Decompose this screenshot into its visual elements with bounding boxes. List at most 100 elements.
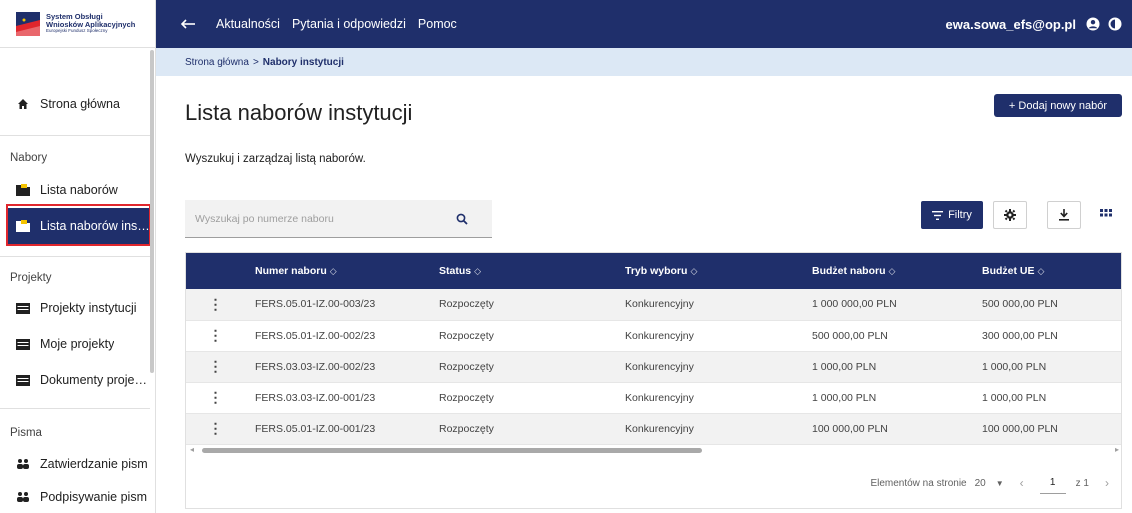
gear-icon: [1004, 209, 1016, 221]
sidebar-item-moje-projekty[interactable]: Moje projekty: [0, 326, 150, 362]
sidebar-item-dokumenty-projektow[interactable]: Dokumenty projekt...: [0, 362, 150, 398]
table-row[interactable]: ⋮ FERS.03.03-IZ.00-001/23 Rozpoczęty Kon…: [186, 382, 1121, 414]
table-row[interactable]: ⋮ FERS.05.01-IZ.00-003/23 Rozpoczęty Kon…: [186, 289, 1121, 321]
download-icon: [1059, 209, 1069, 221]
paginator: Elementów na stronie 20 ▼ ‹ 1 z 1 ›: [870, 472, 1109, 494]
sidebar-item-label: Lista naborów insty...: [40, 219, 151, 233]
filters-label: Filtry: [948, 209, 972, 221]
cell-budzet-ue: 1 000,00 PLN: [972, 351, 1121, 383]
cell-tryb: Konkurencyjny: [615, 382, 802, 414]
breadcrumb-home[interactable]: Strona główna: [185, 57, 249, 68]
nabory-table: Numer naboru ◇ Status ◇ Tryb wyboru ◇ Budże…: [185, 252, 1122, 509]
user-email[interactable]: ewa.sowa_efs@op.pl: [946, 17, 1076, 32]
sort-icon[interactable]: ◇: [474, 266, 481, 276]
sidebar: System Obsługi Wniosków Aplikacyjnych Eu…: [0, 0, 156, 513]
search-input[interactable]: Wyszukaj po numerze naboru: [185, 200, 492, 238]
sidebar-divider: [0, 135, 150, 136]
sidebar-scrollbar[interactable]: [150, 50, 154, 373]
people-icon: [16, 490, 30, 504]
back-arrow-icon[interactable]: [180, 19, 200, 29]
download-button[interactable]: [1047, 201, 1081, 229]
row-menu-icon[interactable]: ⋮: [186, 320, 245, 352]
search-placeholder: Wyszukaj po numerze naboru: [195, 212, 334, 225]
sidebar-item-projekty-instytucji[interactable]: Projekty instytucji: [0, 290, 150, 326]
sidebar-item-lista-naborow-instytucji[interactable]: Lista naborów insty...: [6, 208, 151, 244]
cell-status: Rozpoczęty: [429, 320, 615, 352]
folder-icon: [16, 183, 30, 197]
page-size-label: Elementów na stronie: [870, 477, 967, 489]
chevron-down-icon: ▼: [995, 478, 1004, 488]
home-icon: [16, 97, 30, 111]
top-bar: Aktualności Pytania i odpowiedzi Pomoc e…: [156, 0, 1132, 48]
table-icon: [16, 337, 30, 351]
column-header-actions: [186, 253, 245, 289]
cell-tryb: Konkurencyjny: [615, 320, 802, 352]
column-header-budzet-naboru[interactable]: Budżet naboru ◇: [802, 253, 972, 289]
grid-view-icon[interactable]: [1100, 208, 1114, 222]
cell-tryb: Konkurencyjny: [615, 351, 802, 383]
sidebar-item-zatwierdzanie-pism[interactable]: Zatwierdzanie pism: [0, 446, 150, 482]
nav-link-pytania[interactable]: Pytania i odpowiedzi: [292, 17, 406, 31]
column-header-budzet-ue[interactable]: Budżet UE ◇: [972, 253, 1121, 289]
contrast-icon[interactable]: [1108, 17, 1122, 36]
settings-button[interactable]: [993, 201, 1027, 229]
folder-icon: [16, 219, 30, 233]
cell-numer: FERS.05.01-IZ.00-001/23: [245, 413, 429, 445]
page-size-select[interactable]: 20 ▼: [975, 478, 1004, 489]
scroll-right-arrow-icon[interactable]: ▸: [1115, 445, 1119, 454]
cell-numer: FERS.05.01-IZ.00-003/23: [245, 289, 429, 321]
sidebar-item-label: Zatwierdzanie pism: [40, 457, 148, 471]
cell-budzet-naboru: 1 000,00 PLN: [802, 382, 972, 414]
prev-page-icon[interactable]: ‹: [1020, 476, 1024, 490]
table-icon: [16, 301, 30, 315]
page-size-value: 20: [974, 477, 986, 489]
sidebar-item-label: Strona główna: [40, 97, 120, 111]
sidebar-item-label: Podpisywanie pism: [40, 490, 147, 504]
app-logo[interactable]: System Obsługi Wniosków Aplikacyjnych Eu…: [0, 0, 156, 48]
filters-button[interactable]: Filtry: [921, 201, 983, 229]
sort-icon[interactable]: ◇: [330, 266, 337, 276]
page-number-input[interactable]: 1: [1039, 472, 1066, 494]
search-icon[interactable]: [456, 213, 468, 228]
sort-icon[interactable]: ◇: [1038, 266, 1045, 276]
logo-text: System Obsługi Wniosków Aplikacyjnych Eu…: [46, 13, 135, 34]
column-header-numer[interactable]: Numer naboru ◇: [245, 253, 429, 289]
filter-icon: [932, 210, 944, 220]
sort-icon[interactable]: ◇: [690, 266, 697, 276]
column-header-tryb[interactable]: Tryb wyboru ◇: [615, 253, 802, 289]
people-icon: [16, 457, 30, 471]
table-row[interactable]: ⋮ FERS.05.01-IZ.00-001/23 Rozpoczęty Kon…: [186, 413, 1121, 445]
row-menu-icon[interactable]: ⋮: [186, 413, 245, 445]
cell-status: Rozpoczęty: [429, 351, 615, 383]
cell-budzet-naboru: 1 000,00 PLN: [802, 351, 972, 383]
nav-link-pomoc[interactable]: Pomoc: [418, 17, 457, 31]
breadcrumb-current: Nabory instytucji: [262, 56, 344, 68]
sidebar-item-label: Moje projekty: [40, 337, 115, 351]
scroll-left-arrow-icon[interactable]: ◂: [190, 445, 194, 454]
table-header-row: Numer naboru ◇ Status ◇ Tryb wyboru ◇ Budże…: [186, 253, 1121, 289]
horizontal-scrollbar[interactable]: ◂ ▸: [190, 445, 1119, 454]
sidebar-item-label: Lista naborów: [40, 183, 118, 197]
user-account-icon[interactable]: [1086, 17, 1100, 36]
cell-budzet-ue: 1 000,00 PLN: [972, 382, 1121, 414]
breadcrumb: Strona główna > Nabory instytucji: [156, 48, 1132, 76]
add-nabor-button[interactable]: + Dodaj nowy nabór: [994, 94, 1122, 117]
cell-budzet-naboru: 100 000,00 PLN: [802, 413, 972, 445]
sidebar-item-home[interactable]: Strona główna: [0, 86, 150, 122]
column-header-status[interactable]: Status ◇: [429, 253, 615, 289]
scrollbar-thumb[interactable]: [202, 448, 702, 453]
table-row[interactable]: ⋮ FERS.05.01-IZ.00-002/23 Rozpoczęty Kon…: [186, 320, 1121, 352]
row-menu-icon[interactable]: ⋮: [186, 351, 245, 383]
row-menu-icon[interactable]: ⋮: [186, 289, 245, 321]
sidebar-item-lista-naborow[interactable]: Lista naborów: [0, 172, 150, 208]
table-row[interactable]: ⋮ FERS.03.03-IZ.00-002/23 Rozpoczęty Kon…: [186, 351, 1121, 383]
sort-icon[interactable]: ◇: [889, 266, 896, 276]
sidebar-item-podpisywanie-pism[interactable]: Podpisywanie pism: [0, 479, 150, 513]
cell-budzet-ue: 500 000,00 PLN: [972, 289, 1121, 321]
sidebar-divider: [0, 408, 150, 409]
nav-link-aktualnosci[interactable]: Aktualności: [216, 17, 280, 31]
next-page-icon[interactable]: ›: [1105, 476, 1109, 490]
cell-status: Rozpoczęty: [429, 413, 615, 445]
row-menu-icon[interactable]: ⋮: [186, 382, 245, 414]
sidebar-section-projekty: Projekty: [10, 272, 52, 284]
